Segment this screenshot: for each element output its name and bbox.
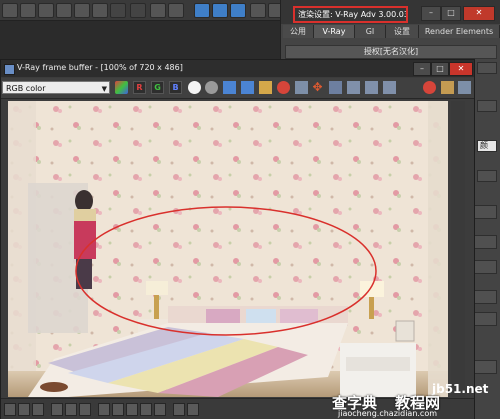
stop-render-icon[interactable]	[423, 81, 436, 94]
tool-icon[interactable]	[150, 3, 166, 18]
panel-field[interactable]	[477, 170, 497, 182]
alpha-white-icon[interactable]	[188, 81, 201, 94]
vfb-toolbar: RGB color ▼ R G B ✥	[1, 78, 474, 99]
region-render-icon[interactable]	[329, 81, 342, 94]
tool-icon[interactable]	[126, 403, 138, 416]
vray-logo-icon	[4, 64, 15, 75]
tool-icon[interactable]	[2, 3, 18, 18]
region-icon[interactable]	[383, 81, 396, 94]
render-setup-title: 渲染设置: V-Ray Adv 3.00.03	[293, 6, 408, 23]
tab-settings[interactable]: 设置	[386, 25, 419, 38]
tool-icon[interactable]	[32, 403, 44, 416]
tab-render-elements[interactable]: Render Elements	[419, 25, 500, 38]
tool-icon[interactable]	[56, 3, 72, 18]
render-setup-titlebar[interactable]: 渲染设置: V-Ray Adv 3.00.03 – □ ✕	[281, 0, 500, 24]
tool-icon[interactable]	[250, 3, 266, 18]
tab-gi[interactable]: GI	[355, 25, 386, 38]
panel-field[interactable]	[477, 100, 497, 112]
tool-icon[interactable]	[74, 3, 90, 18]
tool-icon[interactable]	[20, 3, 36, 18]
maximize-button[interactable]: □	[431, 62, 449, 76]
bedroom-render	[8, 101, 448, 397]
tool-icon[interactable]	[173, 403, 185, 416]
tool-icon[interactable]	[38, 3, 54, 18]
tool-icon[interactable]	[154, 403, 166, 416]
load-image-icon[interactable]	[241, 81, 254, 94]
tool-icon[interactable]	[51, 403, 63, 416]
folder-icon[interactable]	[259, 81, 272, 94]
chevron-down-icon: ▼	[101, 85, 107, 93]
tool-icon[interactable]	[4, 403, 16, 416]
green-channel-button[interactable]: G	[151, 81, 164, 94]
minimize-button[interactable]: –	[421, 6, 441, 21]
tool-icon[interactable]	[98, 403, 110, 416]
tool-icon[interactable]	[130, 3, 146, 18]
save-image-icon[interactable]	[223, 81, 236, 94]
render-image[interactable]	[8, 101, 448, 397]
monochrome-icon[interactable]	[205, 81, 218, 94]
panel-field[interactable]	[477, 62, 497, 74]
render-setup-icon[interactable]	[194, 3, 210, 18]
tab-vray[interactable]: V-Ray	[314, 25, 355, 38]
rollout-authorization[interactable]: 授权[无名汉化]	[285, 45, 497, 59]
render-setup-tabs: 公用 V-Ray GI 设置 Render Elements	[283, 25, 500, 38]
vfb-titlebar[interactable]: V-Ray frame buffer - [100% of 720 x 486]…	[1, 60, 474, 77]
duplicate-icon[interactable]	[295, 81, 308, 94]
vertical-scrollbar[interactable]	[451, 101, 465, 397]
red-channel-button[interactable]: R	[133, 81, 146, 94]
tool-icon[interactable]	[140, 403, 152, 416]
maximize-button[interactable]: □	[441, 6, 461, 21]
vray-frame-buffer-window: V-Ray frame buffer - [100% of 720 x 486]…	[0, 59, 475, 419]
channel-select[interactable]: RGB color ▼	[2, 81, 110, 94]
tool-icon[interactable]	[92, 3, 108, 18]
link-icon[interactable]	[347, 81, 360, 94]
color-correction-icon[interactable]	[458, 81, 471, 94]
tool-icon[interactable]	[18, 403, 30, 416]
watermark-jb51: jb51.net	[432, 382, 489, 396]
close-button[interactable]: ✕	[463, 6, 495, 21]
tool-icon[interactable]	[79, 403, 91, 416]
watermark-url: jiaocheng.chazidian.com	[338, 409, 438, 418]
vfb-title: V-Ray frame buffer - [100% of 720 x 486]	[17, 63, 183, 72]
clear-image-icon[interactable]	[277, 81, 290, 94]
close-button[interactable]: ✕	[449, 62, 473, 76]
track-mouse-icon[interactable]: ✥	[311, 81, 324, 94]
blue-channel-button[interactable]: B	[169, 81, 182, 94]
bucket-follow-icon[interactable]	[365, 81, 378, 94]
render-button-icon[interactable]	[441, 81, 454, 94]
minimize-button[interactable]: –	[413, 62, 431, 76]
channel-select-value: RGB color	[6, 84, 46, 93]
panel-dropdown[interactable]: 颜	[477, 140, 497, 152]
tool-icon[interactable]	[65, 403, 77, 416]
render-icon[interactable]	[230, 3, 246, 18]
render-frame-icon[interactable]	[212, 3, 228, 18]
tab-common[interactable]: 公用	[283, 25, 314, 38]
tool-icon[interactable]	[168, 3, 184, 18]
color-channels-icon[interactable]	[115, 81, 128, 94]
tool-icon[interactable]	[112, 403, 124, 416]
tool-icon[interactable]	[187, 403, 199, 416]
tool-icon[interactable]	[110, 3, 126, 18]
dropdown-value: 颜	[480, 141, 488, 150]
